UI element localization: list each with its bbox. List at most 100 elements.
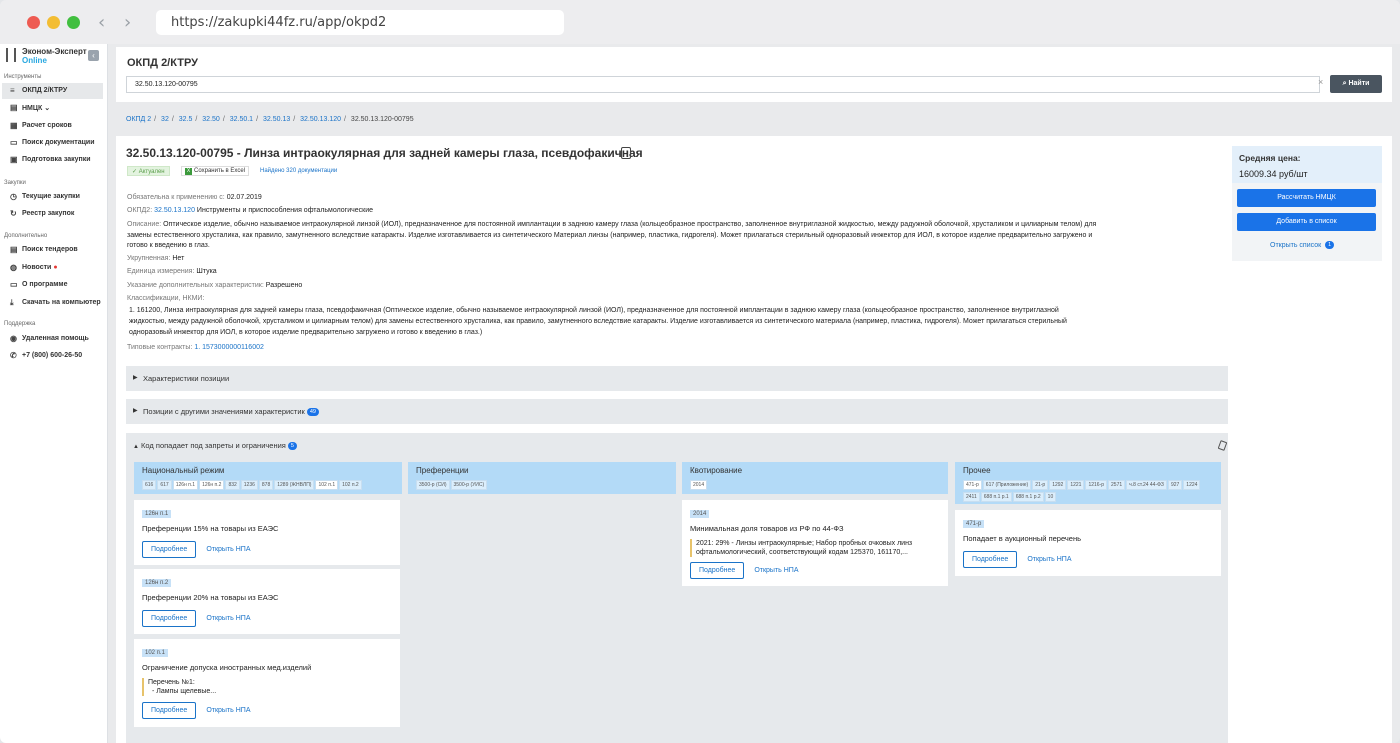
docs-link[interactable]: Найдено 320 документации xyxy=(260,168,337,174)
open-npa-link[interactable]: Открыть НПА xyxy=(206,707,250,714)
details-button[interactable]: Подробнее xyxy=(142,541,197,558)
minimize-window-button[interactable] xyxy=(47,16,60,29)
add-to-list-button[interactable]: Добавить в список xyxy=(1237,213,1376,231)
tag[interactable]: 126н п.1 xyxy=(172,480,199,490)
open-npa-link[interactable]: Открыть НПА xyxy=(1027,556,1071,563)
details-button[interactable]: Подробнее xyxy=(963,551,1018,568)
window-icon: ▭ xyxy=(10,280,18,289)
quote-line: - Лампы щелевые... xyxy=(152,688,217,695)
accordion-other-positions[interactable]: ▶ Позиции с другими значениями характерис… xyxy=(126,399,1228,424)
class-row: Классификации, НКМИ: xyxy=(127,294,1227,304)
clock-icon: ◷ xyxy=(10,192,17,201)
tag[interactable]: 616 xyxy=(142,480,157,490)
search-button[interactable]: ⌕ Найти xyxy=(1330,75,1382,93)
field-value: Нет xyxy=(172,255,185,262)
sidebar-item-label: Новости xyxy=(22,264,52,271)
back-arrow-icon[interactable]: ‹ xyxy=(98,12,105,33)
sidebar-item-deadlines[interactable]: ▦ Расчет сроков xyxy=(2,118,103,134)
tag[interactable]: 1221 xyxy=(1067,480,1085,490)
field-label: Указание дополнительных характеристик: xyxy=(127,282,264,289)
globe-icon: ◍ xyxy=(10,263,17,272)
breadcrumb-link[interactable]: 32.50.1 xyxy=(230,116,253,123)
page-header: ОКПД 2/КТРУ 32.50.13.120-00795 × ⌕ Найти xyxy=(116,47,1392,102)
search-input[interactable]: 32.50.13.120-00795 xyxy=(126,76,1320,93)
tag[interactable]: 878 xyxy=(258,480,274,490)
details-button[interactable]: Подробнее xyxy=(142,702,197,719)
sidebar-item-nmck[interactable]: ▤ НМЦК ⌄ xyxy=(2,100,103,116)
tag[interactable]: 3500-р (СИ) xyxy=(416,480,450,490)
address-bar[interactable]: https://zakupki44fz.ru/app/okpd2 xyxy=(156,10,564,35)
tag[interactable]: 1236 xyxy=(240,480,258,490)
breadcrumb-link[interactable]: ОКПД 2 xyxy=(126,116,151,123)
tag[interactable]: 1216-р xyxy=(1085,480,1108,490)
unit-row: Единица измерения: Штука xyxy=(127,267,1227,277)
tag[interactable]: 617 (Приложение) xyxy=(982,480,1032,490)
tag[interactable]: 21-р xyxy=(1032,480,1049,490)
tag[interactable]: 832 xyxy=(225,480,240,490)
tag[interactable]: 10 xyxy=(1044,492,1057,502)
tag[interactable]: 1289 (ЖНВЛП) xyxy=(274,480,315,490)
accordion-label: Характеристики позиции xyxy=(143,374,230,383)
phone-icon: ✆ xyxy=(10,351,17,360)
copy-icon[interactable] xyxy=(621,147,631,159)
open-npa-link[interactable]: Открыть НПА xyxy=(206,615,250,622)
details-button[interactable]: Подробнее xyxy=(690,562,745,579)
sidebar-item-prepare[interactable]: ▣ Подготовка закупки xyxy=(2,152,103,168)
typical-contract-link[interactable]: 1. 1573000000116002 xyxy=(194,344,264,351)
tag[interactable]: 471-р xyxy=(963,480,982,490)
card-tag: 126н п.2 xyxy=(142,579,172,587)
sidebar-item-label: Поиск тендеров xyxy=(22,246,78,253)
breadcrumb: ОКПД 2/ 32/ 32.5/ 32.50/ 32.50.1/ 32.50.… xyxy=(126,116,414,123)
tag[interactable]: 102 п.2 xyxy=(339,480,362,490)
accordion-chars[interactable]: ▶ Характеристики позиции xyxy=(126,366,1228,391)
sidebar-item-download[interactable]: ⤓ Скачать на компьютер xyxy=(2,295,103,311)
column-title: Национальный режим xyxy=(142,466,225,475)
pin-icon[interactable] xyxy=(1217,440,1228,451)
card-quote: 2021: 29% - Линзы интраокулярные; Набор … xyxy=(690,539,940,557)
restriction-card: 2014 Минимальная доля товаров из РФ по 4… xyxy=(682,500,948,586)
sidebar-item-registry[interactable]: ↻ Реестр закупок xyxy=(2,206,103,222)
tag[interactable]: 102 п.1 xyxy=(315,480,339,490)
okpd-link[interactable]: 32.50.13.120 xyxy=(154,207,195,214)
collapse-sidebar-button[interactable]: ‹ xyxy=(88,50,99,61)
tag[interactable]: 688 п.1 р.2 xyxy=(1012,492,1044,502)
forward-arrow-icon[interactable]: › xyxy=(124,12,131,33)
close-window-button[interactable] xyxy=(27,16,40,29)
breadcrumb-link[interactable]: 32.50 xyxy=(202,116,220,123)
sidebar-item-phone[interactable]: ✆ +7 (800) 600-26-50 xyxy=(2,348,103,364)
sidebar-item-about[interactable]: ▭ О программе xyxy=(2,277,103,293)
details-button[interactable]: Подробнее xyxy=(142,610,197,627)
browser-window: ‹ › https://zakupki44fz.ru/app/okpd2 Эко… xyxy=(0,0,1400,743)
tag[interactable]: 3500-р (УИС) xyxy=(450,480,488,490)
sidebar-item-current[interactable]: ◷ Текущие закупки xyxy=(2,189,103,205)
breadcrumb-link[interactable]: 32.5 xyxy=(179,116,193,123)
tag[interactable]: 126н п.2 xyxy=(199,480,225,490)
clear-search-icon[interactable]: × xyxy=(1318,77,1323,87)
breadcrumb-link[interactable]: 32 xyxy=(161,116,169,123)
tag[interactable]: 927 xyxy=(1167,480,1183,490)
open-npa-link[interactable]: Открыть НПА xyxy=(754,567,798,574)
calculate-nmck-button[interactable]: Рассчитать НМЦК xyxy=(1237,189,1376,207)
tag[interactable]: 1292 xyxy=(1049,480,1067,490)
sidebar-item-remote[interactable]: ◉ Удаленная помощь xyxy=(2,331,103,347)
page-title: ОКПД 2/КТРУ xyxy=(127,57,198,69)
breadcrumb-link[interactable]: 32.50.13.120 xyxy=(300,116,341,123)
tag[interactable]: 2571 xyxy=(1108,480,1126,490)
open-npa-link[interactable]: Открыть НПА xyxy=(206,546,250,553)
sidebar-item-tenders[interactable]: ▤ Поиск тендеров xyxy=(2,242,103,258)
tag[interactable]: ч.8 ст.24 44-ФЗ xyxy=(1126,480,1167,490)
accordion-bans-header[interactable]: ▲ Код попадает под запреты и ограничения… xyxy=(133,441,297,450)
tag[interactable]: 1224 xyxy=(1183,480,1201,490)
breadcrumb-link[interactable]: 32.50.13 xyxy=(263,116,290,123)
tag[interactable]: 688 п.1 р.1 xyxy=(980,492,1012,502)
tag[interactable]: 2411 xyxy=(963,492,980,502)
tag[interactable]: 2014 xyxy=(690,480,708,490)
maximize-window-button[interactable] xyxy=(67,16,80,29)
sidebar-item-docs[interactable]: ▭ Поиск документации xyxy=(2,135,103,151)
sidebar-item-news[interactable]: ◍ Новости ● xyxy=(2,260,103,276)
sidebar-item-okpd[interactable]: ≡ ОКПД 2/КТРУ xyxy=(2,83,103,99)
section-support: Поддержка xyxy=(4,321,36,327)
save-excel-button[interactable]: X Сохранить в Excel xyxy=(181,166,250,176)
open-list-link[interactable]: Открыть список 1 xyxy=(1270,241,1335,249)
tag[interactable]: 617 xyxy=(157,480,172,490)
